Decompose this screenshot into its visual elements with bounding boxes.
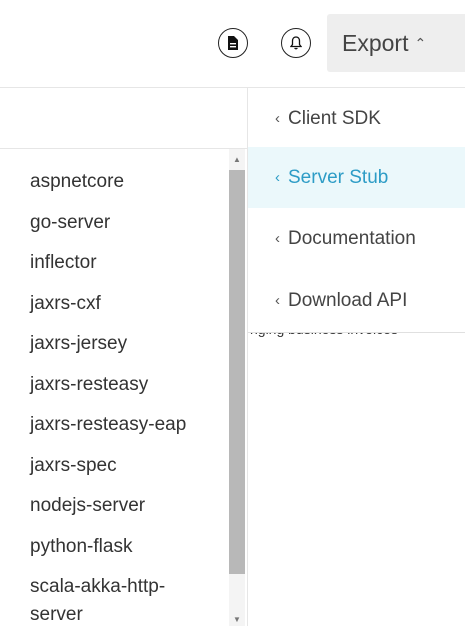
server-stub-submenu: aspnetcore go-server inflector jaxrs-cxf… xyxy=(0,149,229,626)
notifications-button[interactable] xyxy=(281,28,311,58)
list-item-python-flask[interactable]: python-flask xyxy=(30,535,132,559)
menu-item-label: Download API xyxy=(288,289,408,311)
menu-item-download-api[interactable]: ‹ Download API xyxy=(248,270,465,331)
list-item-jaxrs-jersey[interactable]: jaxrs-jersey xyxy=(30,332,127,356)
list-item-nodejs-server[interactable]: nodejs-server xyxy=(30,494,145,518)
menu-item-client-sdk[interactable]: ‹ Client SDK xyxy=(248,88,465,149)
document-button[interactable] xyxy=(218,28,248,58)
chevron-left-icon: ‹ xyxy=(275,169,280,186)
list-item-inflector[interactable]: inflector xyxy=(30,251,97,275)
export-button[interactable]: Export ⌃ xyxy=(327,14,465,72)
list-item-scala-akka-http-server-cont[interactable]: server xyxy=(30,603,83,626)
menu-item-label: Client SDK xyxy=(288,107,381,129)
list-item-jaxrs-spec[interactable]: jaxrs-spec xyxy=(30,454,117,478)
menu-item-label: Server Stub xyxy=(288,166,389,188)
list-item-jaxrs-resteasy[interactable]: jaxrs-resteasy xyxy=(30,373,148,397)
list-item-go-server[interactable]: go-server xyxy=(30,211,110,235)
document-icon xyxy=(228,36,238,50)
bell-icon xyxy=(290,36,302,50)
top-toolbar: Export ⌃ xyxy=(0,0,465,85)
list-item-label-line2: server xyxy=(30,604,83,625)
export-button-label: Export xyxy=(342,29,409,56)
scroll-up-arrow-icon[interactable]: ▲ xyxy=(229,152,245,168)
list-item-scala-akka-http-server[interactable]: scala-akka-http- xyxy=(30,575,165,599)
list-item-jaxrs-cxf[interactable]: jaxrs-cxf xyxy=(30,292,101,316)
list-item-aspnetcore[interactable]: aspnetcore xyxy=(30,170,124,194)
menu-item-server-stub[interactable]: ‹ Server Stub xyxy=(248,147,465,208)
list-item-jaxrs-resteasy-eap[interactable]: jaxrs-resteasy-eap xyxy=(30,413,186,437)
chevron-left-icon: ‹ xyxy=(275,110,280,127)
chevron-left-icon: ‹ xyxy=(275,292,280,309)
menu-item-documentation[interactable]: ‹ Documentation xyxy=(248,208,465,269)
list-item-label-line1: scala-akka-http- xyxy=(30,576,166,597)
export-dropdown-menu: ‹ Client SDK ‹ Server Stub ‹ Documentati… xyxy=(248,88,465,333)
list-scrollbar-thumb[interactable] xyxy=(229,170,245,574)
chevron-left-icon: ‹ xyxy=(275,230,280,247)
menu-item-label: Documentation xyxy=(288,227,416,249)
chevron-up-icon: ⌃ xyxy=(414,34,427,51)
